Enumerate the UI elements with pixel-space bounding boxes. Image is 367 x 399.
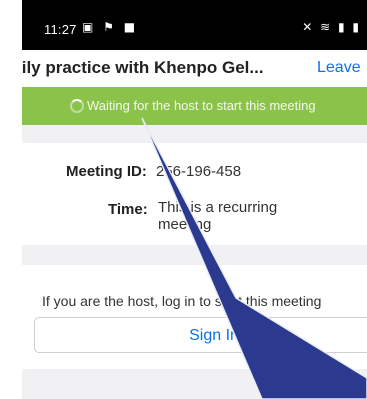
time-value: This is a recurring meeting — [158, 199, 278, 233]
time-label: Time: — [108, 201, 148, 218]
meeting-id-label: Meeting ID: — [66, 163, 147, 180]
left-gutter — [0, 0, 22, 399]
notification-icons: ▣ ⚑ ■ — [82, 20, 139, 34]
waiting-message: Waiting for the host to start this meeti… — [87, 98, 316, 113]
status-time: 11:27 — [44, 22, 77, 37]
bottom-area — [22, 369, 367, 399]
meeting-id-value: 256-196-458 — [156, 163, 242, 180]
host-login-prompt: If you are the host, log in to start thi… — [42, 293, 322, 309]
screenshot-frame: 11:27 ▣ ⚑ ■ ✕ ≋ ▮ ▮ Daily practice with … — [0, 0, 367, 399]
meeting-info-card: Meeting ID: 256-196-458 Time: This is a … — [22, 143, 367, 245]
sign-in-button[interactable]: Sign In — [34, 317, 367, 353]
signal-battery-icons: ✕ ≋ ▮ ▮ — [302, 20, 361, 34]
phone-screen: 11:27 ▣ ⚑ ■ ✕ ≋ ▮ ▮ Daily practice with … — [22, 0, 367, 399]
host-login-card: If you are the host, log in to start thi… — [22, 265, 367, 369]
loading-spinner-icon — [70, 99, 84, 113]
meeting-header: Daily practice with Khenpo Gel... Leave — [22, 50, 367, 87]
leave-button[interactable]: Leave — [317, 59, 361, 77]
meeting-title: Daily practice with Khenpo Gel... — [22, 58, 264, 77]
status-bar: 11:27 ▣ ⚑ ■ ✕ ≋ ▮ ▮ — [22, 0, 367, 50]
waiting-banner: Waiting for the host to start this meeti… — [22, 87, 367, 125]
